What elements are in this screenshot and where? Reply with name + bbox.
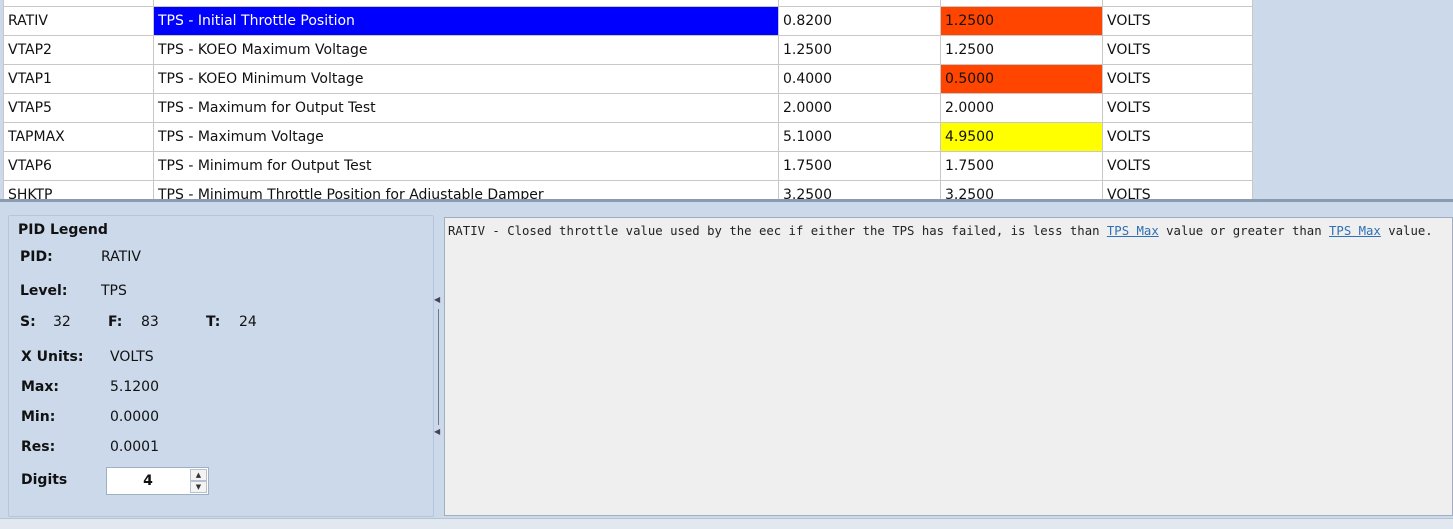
pid-cell[interactable]: SHKTP [3, 180, 154, 200]
pid-legend-panel: PID Legend PID: RATIV Level: TPS S: 32 F… [8, 215, 434, 517]
description-cell[interactable]: TPS - Initial Throttle Position [153, 6, 779, 36]
horizontal-splitter[interactable] [0, 199, 1453, 202]
level-label: Level: [20, 283, 68, 299]
f-label: F: [108, 314, 123, 330]
chevron-left-icon: ◀ [434, 427, 441, 436]
pid-cell[interactable]: VTAP2 [3, 35, 154, 65]
f-value: 83 [141, 314, 159, 330]
value-cell[interactable]: 0.8200 [778, 6, 941, 36]
chevron-left-icon: ◀ [434, 295, 441, 304]
max-value: 5.1200 [110, 379, 159, 395]
description-cell[interactable]: TPS - Minimum for Output Test [153, 151, 779, 181]
level-value: TPS [101, 283, 127, 299]
min-value: 0.0000 [110, 409, 159, 425]
tps-max-link[interactable]: TPS Max [1329, 224, 1381, 238]
table-row[interactable]: TAPMAX TPS - Maximum Voltage 5.1000 4.9500 V… [3, 122, 1253, 152]
pid-cell[interactable]: VTAP6 [3, 151, 154, 181]
res-value: 0.0001 [110, 439, 159, 455]
pid-table: RATIV TPS - Initial Throttle Position 0.82… [3, 0, 1253, 200]
t-label: T: [206, 314, 221, 330]
value2-cell[interactable]: 0.5000 [940, 64, 1103, 94]
s-label: S: [20, 314, 36, 330]
value2-cell[interactable]: 1.2500 [940, 6, 1103, 36]
vertical-splitter[interactable]: ◀ ◀ [433, 293, 443, 441]
description-cell[interactable]: TPS - Maximum Voltage [153, 122, 779, 152]
units-cell[interactable]: VOLTS [1102, 6, 1253, 36]
x-units-label: X Units: [21, 349, 84, 365]
value2-cell[interactable]: 2.0000 [940, 93, 1103, 123]
pid-grid: RATIV TPS - Initial Throttle Position 0.82… [0, 0, 1453, 200]
pid-cell[interactable]: VTAP5 [3, 93, 154, 123]
pid-description: RATIV - Closed throttle value used by th… [444, 217, 1453, 516]
units-cell[interactable]: VOLTS [1102, 64, 1253, 94]
legend-title: PID Legend [18, 222, 108, 238]
value2-cell[interactable]: 4.9500 [940, 122, 1103, 152]
res-label: Res: [21, 439, 56, 455]
description-cell[interactable]: TPS - Maximum for Output Test [153, 93, 779, 123]
table-row[interactable]: RATIV TPS - Initial Throttle Position 0.82… [3, 6, 1253, 36]
description-cell[interactable]: TPS - Minimum Throttle Position for Adju… [153, 180, 779, 200]
spin-down-button[interactable]: ▼ [190, 481, 207, 493]
max-label: Max: [21, 379, 60, 395]
value-cell[interactable]: 1.2500 [778, 35, 941, 65]
t-value: 24 [239, 314, 257, 330]
value-cell[interactable]: 5.1000 [778, 122, 941, 152]
tps-max-link[interactable]: TPS Max [1107, 224, 1159, 238]
triangle-down-icon: ▼ [195, 483, 202, 491]
value-cell[interactable]: 3.2500 [778, 180, 941, 200]
status-strip [0, 518, 1453, 529]
units-cell[interactable]: VOLTS [1102, 180, 1253, 200]
units-cell[interactable]: VOLTS [1102, 35, 1253, 65]
pid-cell[interactable]: RATIV [3, 6, 154, 36]
pid-cell[interactable]: VTAP1 [3, 64, 154, 94]
digits-label: Digits [21, 472, 68, 488]
triangle-up-icon: ▲ [195, 471, 202, 479]
pid-cell[interactable]: TAPMAX [3, 122, 154, 152]
table-row[interactable]: SHKTP TPS - Minimum Throttle Position for… [3, 180, 1253, 200]
description-cell[interactable]: TPS - KOEO Minimum Voltage [153, 64, 779, 94]
value2-cell[interactable]: 1.7500 [940, 151, 1103, 181]
digits-value[interactable]: 4 [107, 468, 189, 494]
table-row[interactable]: VTAP6 TPS - Minimum for Output Test 1.7500… [3, 151, 1253, 181]
spin-up-button[interactable]: ▲ [190, 469, 207, 481]
value-cell[interactable]: 0.4000 [778, 64, 941, 94]
table-row[interactable]: VTAP5 TPS - Maximum for Output Test 2.0000… [3, 93, 1253, 123]
pid-value: RATIV [101, 249, 141, 265]
min-label: Min: [21, 409, 56, 425]
table-row[interactable]: VTAP1 TPS - KOEO Minimum Voltage 0.4000 0.5… [3, 64, 1253, 94]
units-cell[interactable]: VOLTS [1102, 93, 1253, 123]
value2-cell[interactable]: 1.2500 [940, 35, 1103, 65]
value2-cell[interactable]: 3.2500 [940, 180, 1103, 200]
value-cell[interactable]: 2.0000 [778, 93, 941, 123]
pid-label: PID: [20, 249, 53, 265]
digits-spinner[interactable]: 4 ▲ ▼ [106, 467, 209, 495]
units-cell[interactable]: VOLTS [1102, 122, 1253, 152]
units-cell[interactable]: VOLTS [1102, 151, 1253, 181]
table-row[interactable]: VTAP2 TPS - KOEO Maximum Voltage 1.2500 1.2… [3, 35, 1253, 65]
s-value: 32 [53, 314, 71, 330]
x-units-value: VOLTS [110, 349, 154, 365]
value-cell[interactable]: 1.7500 [778, 151, 941, 181]
description-cell[interactable]: TPS - KOEO Maximum Voltage [153, 35, 779, 65]
